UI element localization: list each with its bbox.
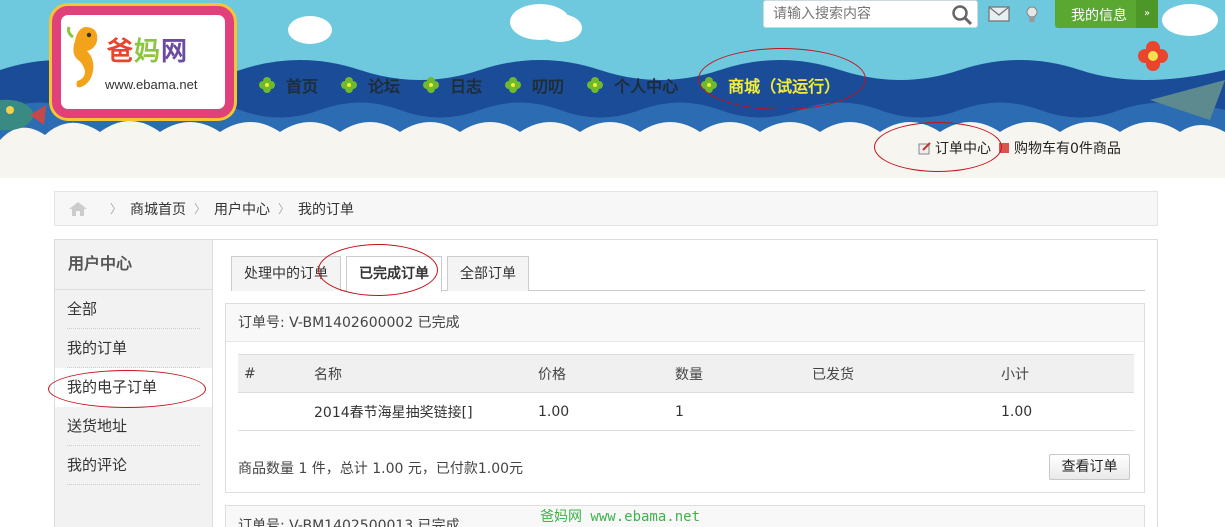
sidebar-item-my-reviews[interactable]: 我的评论 [67,446,200,485]
breadcrumb-separator: 〉 [194,202,207,216]
breadcrumb-my-orders: 我的订单 [298,201,355,218]
cell-index [238,392,308,431]
nav-item-label: 商城（试运行） [728,77,841,96]
mail-icon[interactable] [988,6,1010,22]
home-icon[interactable] [68,201,88,217]
nav-item-label: 论坛 [368,77,401,96]
nav-item-chatter[interactable]: 叨叨 [504,72,564,98]
table-header-row: # 名称 价格 数量 已发货 小计 [238,354,1134,393]
sidebar: 用户中心 全部 我的订单 我的电子订单 送货地址 我的评论 [55,240,213,527]
clover-icon [341,77,358,93]
search-input[interactable] [764,1,944,27]
page: 爸妈网 www.ebama.net 我的信息 » 首页 [0,0,1225,527]
search-box [763,0,978,28]
column-header: 名称 [308,354,532,393]
seahorse-logo-icon [67,26,98,88]
nav-item-home[interactable]: 首页 [258,72,318,98]
orders-content: 处理中的订单 已完成订单 全部订单 订单号: V-BM1402600002 已完… [225,240,1145,527]
my-info-button[interactable]: 我的信息 » [1055,0,1158,28]
header-links: 订单中心 购物车有0件商品 [918,138,1121,158]
logo-url: www.ebama.net [105,77,198,92]
site-logo[interactable]: 爸妈网 www.ebama.net [52,6,234,118]
sidebar-item-all[interactable]: 全部 [67,290,200,329]
clover-icon [587,77,604,93]
search-icon[interactable] [951,4,973,26]
breadcrumb-separator: 〉 [278,202,291,216]
order-summary: 商品数量 1 件，总计 1.00 元，已付款1.00元 [238,461,524,477]
tab-all-orders[interactable]: 全部订单 [447,256,529,291]
clover-icon [701,77,718,93]
cell-price: 1.00 [532,392,669,431]
sidebar-item-my-orders[interactable]: 我的订单 [67,329,200,368]
view-order-button[interactable]: 查看订单 [1049,454,1130,480]
notification-bulb-icon[interactable] [1025,6,1039,24]
my-info-label: 我的信息 [1071,8,1127,24]
order-tabs: 处理中的订单 已完成订单 全部订单 [231,256,1145,292]
order-center-link[interactable]: 订单中心 [935,138,991,158]
sidebar-title: 用户中心 [55,240,212,290]
nav-item-label: 个人中心 [614,77,679,96]
nav-item-personal-center[interactable]: 个人中心 [586,72,678,98]
sidebar-item-shipping-address[interactable]: 送货地址 [67,407,200,446]
table-row: 2014春节海星抽奖链接[] 1.00 1 1.00 [238,392,1134,431]
cell-subtotal: 1.00 [995,392,1134,431]
clover-icon [423,77,440,93]
column-header: # [238,354,308,393]
order-items-table: # 名称 价格 数量 已发货 小计 2014春节海星抽奖链接[] 1.00 1 … [238,354,1134,431]
nav-item-blog[interactable]: 日志 [422,72,482,98]
breadcrumb-mall-home[interactable]: 商城首页 [130,199,186,219]
nav-item-label: 首页 [286,77,319,96]
nav-item-label: 叨叨 [532,77,565,96]
site-header: 爸妈网 www.ebama.net 我的信息 » 首页 [0,0,1225,178]
column-header: 数量 [669,354,806,393]
clover-icon [505,77,522,93]
breadcrumb-user-center[interactable]: 用户中心 [214,199,270,219]
column-header: 已发货 [806,354,995,393]
flower-decoration-icon [1138,41,1168,71]
breadcrumb: 〉 商城首页 〉 用户中心 〉 我的订单 [54,191,1158,226]
order-card: 订单号: V-BM1402600002 已完成 # 名称 价格 数量 已发货 小… [225,303,1145,493]
cell-item-name[interactable]: 2014春节海星抽奖链接[] [308,392,532,431]
fish-decoration-icon [0,99,46,131]
cell-shipped [806,392,995,431]
breadcrumb-separator: 〉 [110,202,123,216]
clover-icon [259,77,275,93]
main-panel: 用户中心 全部 我的订单 我的电子订单 送货地址 我的评论 处理中的订单 已完成… [54,239,1158,527]
cart-icon [999,143,1009,153]
logo-title: 爸妈网 [107,37,189,67]
edit-icon [918,142,931,155]
sidebar-item-my-e-orders[interactable]: 我的电子订单 [55,368,212,407]
watermark: 爸妈网 www.ebama.net [540,509,701,525]
column-header: 小计 [995,354,1134,393]
nav-item-mall[interactable]: 商城（试运行） [700,72,840,98]
cart-link[interactable]: 购物车有0件商品 [1014,138,1121,158]
order-header: 订单号: V-BM1402600002 已完成 [226,304,1144,342]
cell-quantity: 1 [669,392,806,431]
nav-item-label: 日志 [450,77,483,96]
tab-processing-orders[interactable]: 处理中的订单 [231,256,341,291]
nav-item-forum[interactable]: 论坛 [340,72,400,98]
tab-completed-orders[interactable]: 已完成订单 [346,256,442,292]
column-header: 价格 [532,354,669,393]
main-nav: 首页 论坛 日志 叨叨 个人中心 商城（试运行） [258,72,862,98]
chevron-down-icon: » [1136,0,1158,28]
